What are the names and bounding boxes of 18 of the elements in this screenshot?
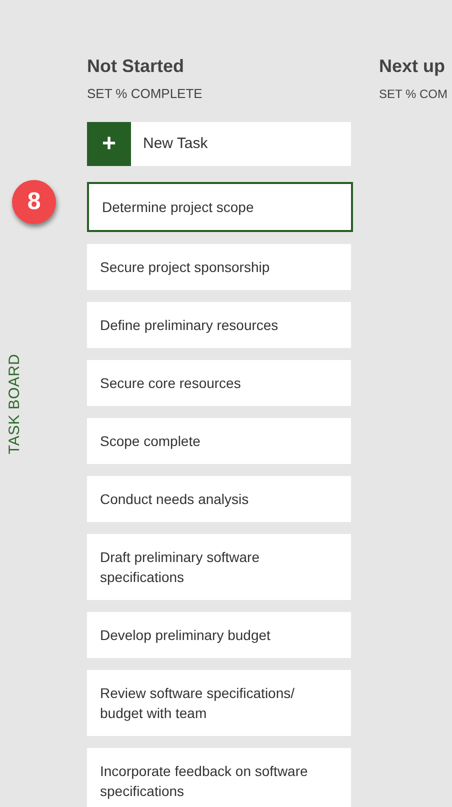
plus-icon: + bbox=[87, 122, 131, 166]
task-card[interactable]: Incorporate feedback on software specifications bbox=[87, 748, 351, 807]
task-card[interactable]: Conduct needs analysis bbox=[87, 476, 351, 522]
task-card[interactable]: Develop preliminary budget bbox=[87, 612, 351, 658]
task-card[interactable]: Secure project sponsorship bbox=[87, 244, 351, 290]
task-card[interactable]: Secure core resources bbox=[87, 360, 351, 406]
task-card[interactable]: Scope complete bbox=[87, 418, 351, 464]
step-badge: 8 bbox=[12, 180, 56, 224]
column-title: Not Started bbox=[87, 55, 186, 78]
sidebar-tab[interactable]: TASK BOARD bbox=[4, 354, 26, 454]
set-complete-link[interactable]: SET % COMPLETE bbox=[87, 86, 353, 102]
task-card[interactable]: Determine project scope bbox=[87, 182, 353, 232]
task-card[interactable]: Review software specifications/ budget with team bbox=[87, 670, 351, 736]
task-card[interactable]: Draft preliminary software specifications bbox=[87, 534, 351, 600]
new-task-button[interactable]: + New Task bbox=[87, 122, 351, 166]
set-complete-link[interactable]: SET % COM bbox=[379, 86, 451, 102]
task-card[interactable]: Define preliminary resources bbox=[87, 302, 351, 348]
column-title: Next up bbox=[379, 55, 446, 78]
